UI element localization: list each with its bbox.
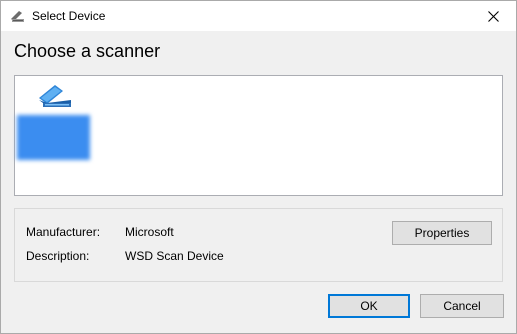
description-label: Description:: [26, 249, 90, 263]
select-device-dialog: Select Device Choose a scanner Manufactu…: [0, 0, 517, 334]
close-button[interactable]: [470, 1, 516, 31]
cancel-button[interactable]: Cancel: [420, 294, 504, 318]
device-details-panel: Manufacturer: Microsoft Description: WSD…: [14, 208, 503, 282]
ok-button[interactable]: OK: [328, 294, 410, 318]
device-list[interactable]: [14, 75, 503, 196]
device-name-label: [17, 115, 90, 160]
title-bar: Select Device: [1, 1, 516, 31]
description-value: WSD Scan Device: [125, 249, 224, 263]
scanner-icon: [11, 11, 24, 22]
device-item[interactable]: [17, 81, 91, 160]
dialog-heading: Choose a scanner: [14, 41, 161, 61]
close-icon: [487, 10, 499, 22]
properties-button[interactable]: Properties: [392, 221, 492, 245]
manufacturer-label: Manufacturer:: [26, 225, 101, 239]
scanner-icon: [39, 85, 71, 107]
manufacturer-value: Microsoft: [125, 225, 174, 239]
window-title: Select Device: [32, 9, 106, 23]
